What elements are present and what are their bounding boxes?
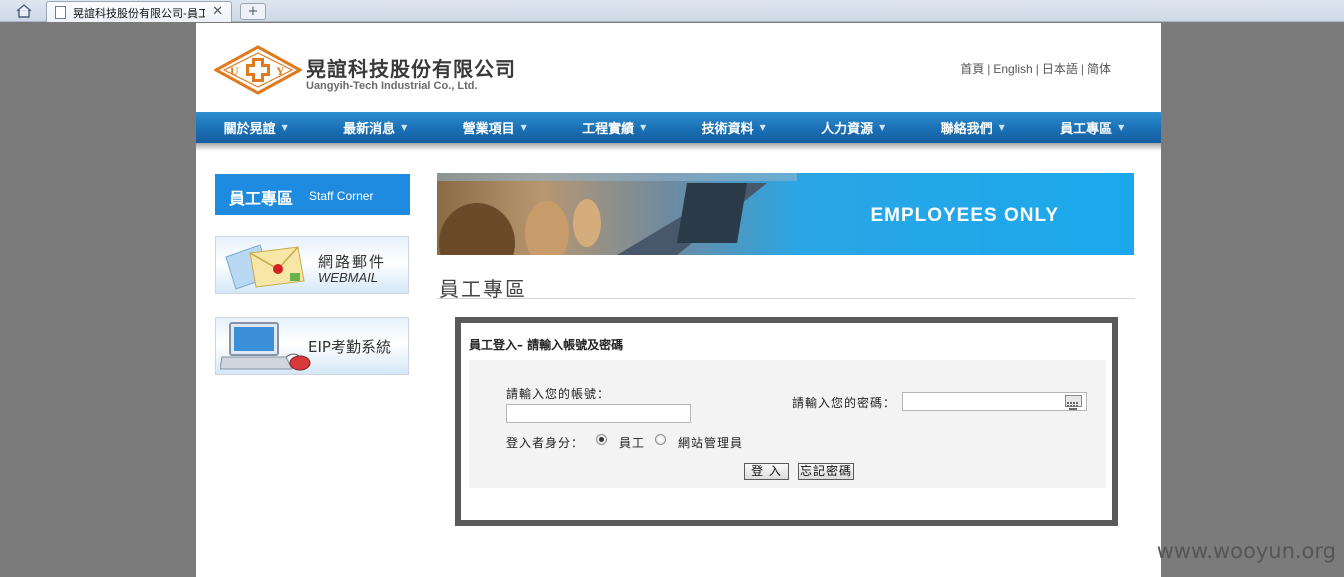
tab-title: 晃誼科技股份有限公司-員工專區 bbox=[73, 7, 205, 20]
login-panel: 員工登入– 請輸入帳號及密碼 請輸入您的帳號： 請輸入您的密碼： 登入者身分： … bbox=[455, 317, 1118, 526]
account-label: 請輸入您的帳號： bbox=[506, 387, 611, 401]
webmail-label-cn: 網路郵件 bbox=[318, 253, 387, 271]
nav-item-hr[interactable]: 人力資源 ▼ bbox=[794, 112, 914, 143]
browser-tab[interactable]: 晃誼科技股份有限公司-員工專區 ✕ bbox=[46, 1, 232, 22]
lang-link-simplified[interactable]: 简体 bbox=[1087, 62, 1111, 76]
nav-item-contact[interactable]: 聯絡我們 ▼ bbox=[913, 112, 1033, 143]
webmail-link[interactable]: 網路郵件 WEBMAIL bbox=[215, 236, 409, 294]
chevron-down-icon: ▼ bbox=[1118, 123, 1125, 132]
sidebar-title-en: Staff Corner bbox=[309, 189, 374, 203]
chevron-down-icon: ▼ bbox=[879, 123, 886, 132]
divider bbox=[437, 298, 1135, 299]
role-label: 登入者身分： bbox=[506, 436, 585, 450]
watermark: www.wooyun.org bbox=[1156, 539, 1336, 563]
nav-item-news[interactable]: 最新消息 ▼ bbox=[316, 112, 436, 143]
company-name-cn: 晃誼科技股份有限公司 bbox=[306, 57, 516, 81]
banner-text: EMPLOYEES ONLY bbox=[870, 205, 1059, 226]
chevron-down-icon: ▼ bbox=[998, 123, 1005, 132]
nav-label: 最新消息 bbox=[343, 122, 396, 137]
chevron-down-icon: ▼ bbox=[520, 123, 527, 132]
home-icon[interactable] bbox=[10, 2, 38, 20]
nav-label: 人力資源 bbox=[821, 122, 874, 137]
nav-label: 營業項目 bbox=[462, 122, 515, 137]
role-option-admin: 網站管理員 bbox=[678, 436, 744, 450]
banner-photo bbox=[437, 173, 797, 255]
nav-label: 工程實績 bbox=[582, 122, 635, 137]
lang-link-english[interactable]: English bbox=[993, 62, 1032, 76]
main-nav: 關於晃誼 ▼ 最新消息 ▼ 營業項目 ▼ 工程實績 ▼ 技術資料 ▼ 人力資源 ▼ 聯絡我們… bbox=[196, 112, 1161, 143]
webmail-label-en: WEBMAIL bbox=[318, 270, 378, 285]
nav-shadow bbox=[196, 143, 1161, 151]
nav-item-staff[interactable]: 員工專區 ▼ bbox=[1033, 112, 1153, 143]
lang-link-home[interactable]: 首頁 bbox=[960, 62, 984, 76]
nav-item-technical[interactable]: 技術資料 ▼ bbox=[674, 112, 794, 143]
keyboard-icon[interactable] bbox=[1065, 395, 1082, 410]
new-tab-button[interactable]: + bbox=[240, 3, 266, 20]
account-input[interactable] bbox=[506, 404, 691, 423]
login-heading: 員工登入– 請輸入帳號及密碼 bbox=[469, 338, 624, 352]
close-icon[interactable]: ✕ bbox=[212, 4, 223, 19]
nav-item-projects[interactable]: 工程實績 ▼ bbox=[555, 112, 675, 143]
sidebar-title: 員工專區 Staff Corner bbox=[215, 174, 410, 215]
role-radio-admin[interactable] bbox=[655, 434, 666, 445]
login-form: 請輸入您的帳號： 請輸入您的密碼： 登入者身分： 員工 網站管理員 登 入 忘記… bbox=[469, 360, 1106, 488]
chevron-down-icon: ▼ bbox=[759, 123, 766, 132]
employees-banner: EMPLOYEES ONLY bbox=[437, 173, 1134, 255]
nav-label: 員工專區 bbox=[1060, 122, 1113, 137]
browser-tab-bar: 晃誼科技股份有限公司-員工專區 ✕ + bbox=[0, 0, 1344, 22]
eip-label: EIP考勤系統 bbox=[308, 338, 391, 356]
password-input[interactable] bbox=[902, 392, 1087, 411]
company-logo[interactable]: U Y bbox=[212, 45, 304, 95]
nav-label: 關於晃誼 bbox=[223, 122, 276, 137]
sidebar-title-cn: 員工專區 bbox=[229, 189, 294, 208]
envelope-icon bbox=[225, 244, 305, 290]
separator: | bbox=[1035, 62, 1039, 76]
chevron-down-icon: ▼ bbox=[640, 123, 647, 132]
computer-icon bbox=[220, 322, 311, 371]
chevron-down-icon: ▼ bbox=[281, 123, 288, 132]
nav-item-about[interactable]: 關於晃誼 ▼ bbox=[196, 112, 316, 143]
page-container: U Y 晃誼科技股份有限公司 Uangyih-Tech Industrial C… bbox=[196, 23, 1161, 577]
nav-item-business[interactable]: 營業項目 ▼ bbox=[435, 112, 555, 143]
nav-label: 技術資料 bbox=[701, 122, 754, 137]
chevron-down-icon: ▼ bbox=[401, 123, 408, 132]
eip-attendance-link[interactable]: EIP考勤系統 bbox=[215, 317, 409, 375]
company-name-en: Uangyih-Tech Industrial Co., Ltd. bbox=[306, 80, 478, 92]
separator: | bbox=[1080, 62, 1084, 76]
forgot-password-button[interactable]: 忘記密碼 bbox=[798, 463, 854, 480]
login-button[interactable]: 登 入 bbox=[744, 463, 789, 480]
logo-letter-y: Y bbox=[276, 64, 285, 78]
page-icon bbox=[55, 6, 66, 19]
language-links: 首頁 | English | 日本語 | 简体 bbox=[960, 60, 1111, 77]
role-option-employee: 員工 bbox=[619, 436, 646, 450]
separator: | bbox=[987, 62, 991, 76]
role-radio-employee[interactable] bbox=[596, 434, 607, 445]
password-label: 請輸入您的密碼： bbox=[792, 396, 897, 410]
lang-link-japanese[interactable]: 日本語 bbox=[1042, 62, 1078, 76]
nav-label: 聯絡我們 bbox=[940, 122, 993, 137]
logo-letter-u: U bbox=[230, 64, 239, 78]
